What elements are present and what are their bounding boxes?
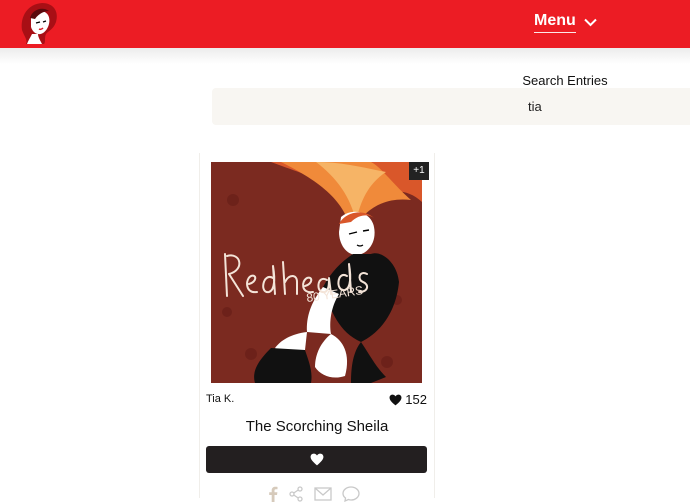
- menu-toggle[interactable]: Menu: [534, 10, 597, 34]
- search-input[interactable]: [212, 88, 690, 125]
- top-nav-bar: Menu: [0, 0, 690, 48]
- entry-artwork[interactable]: 80 YEARS: [211, 162, 422, 383]
- comment-icon[interactable]: [342, 486, 360, 502]
- vote-count-group: 152: [389, 392, 427, 407]
- email-icon[interactable]: [314, 487, 332, 501]
- entry-card: 80 YEARS +1 Tia K. 152 The Scorching She…: [199, 153, 435, 502]
- search-label: Search Entries: [522, 73, 608, 88]
- vote-count: 152: [405, 392, 427, 407]
- chevron-down-icon: [584, 18, 597, 26]
- vote-button[interactable]: [206, 446, 427, 473]
- menu-label[interactable]: Menu: [534, 12, 576, 33]
- share-row: [268, 486, 360, 502]
- entry-author: Tia K.: [206, 393, 235, 405]
- heart-icon: [310, 453, 323, 466]
- heart-icon: [389, 394, 402, 405]
- redhead-logo-icon[interactable]: [18, 0, 60, 44]
- facebook-icon[interactable]: [268, 486, 278, 502]
- entry-title[interactable]: The Scorching Sheila: [200, 418, 434, 435]
- share-icon[interactable]: [288, 486, 304, 502]
- header-shadow: [0, 48, 690, 64]
- image-count-badge: +1: [409, 162, 429, 180]
